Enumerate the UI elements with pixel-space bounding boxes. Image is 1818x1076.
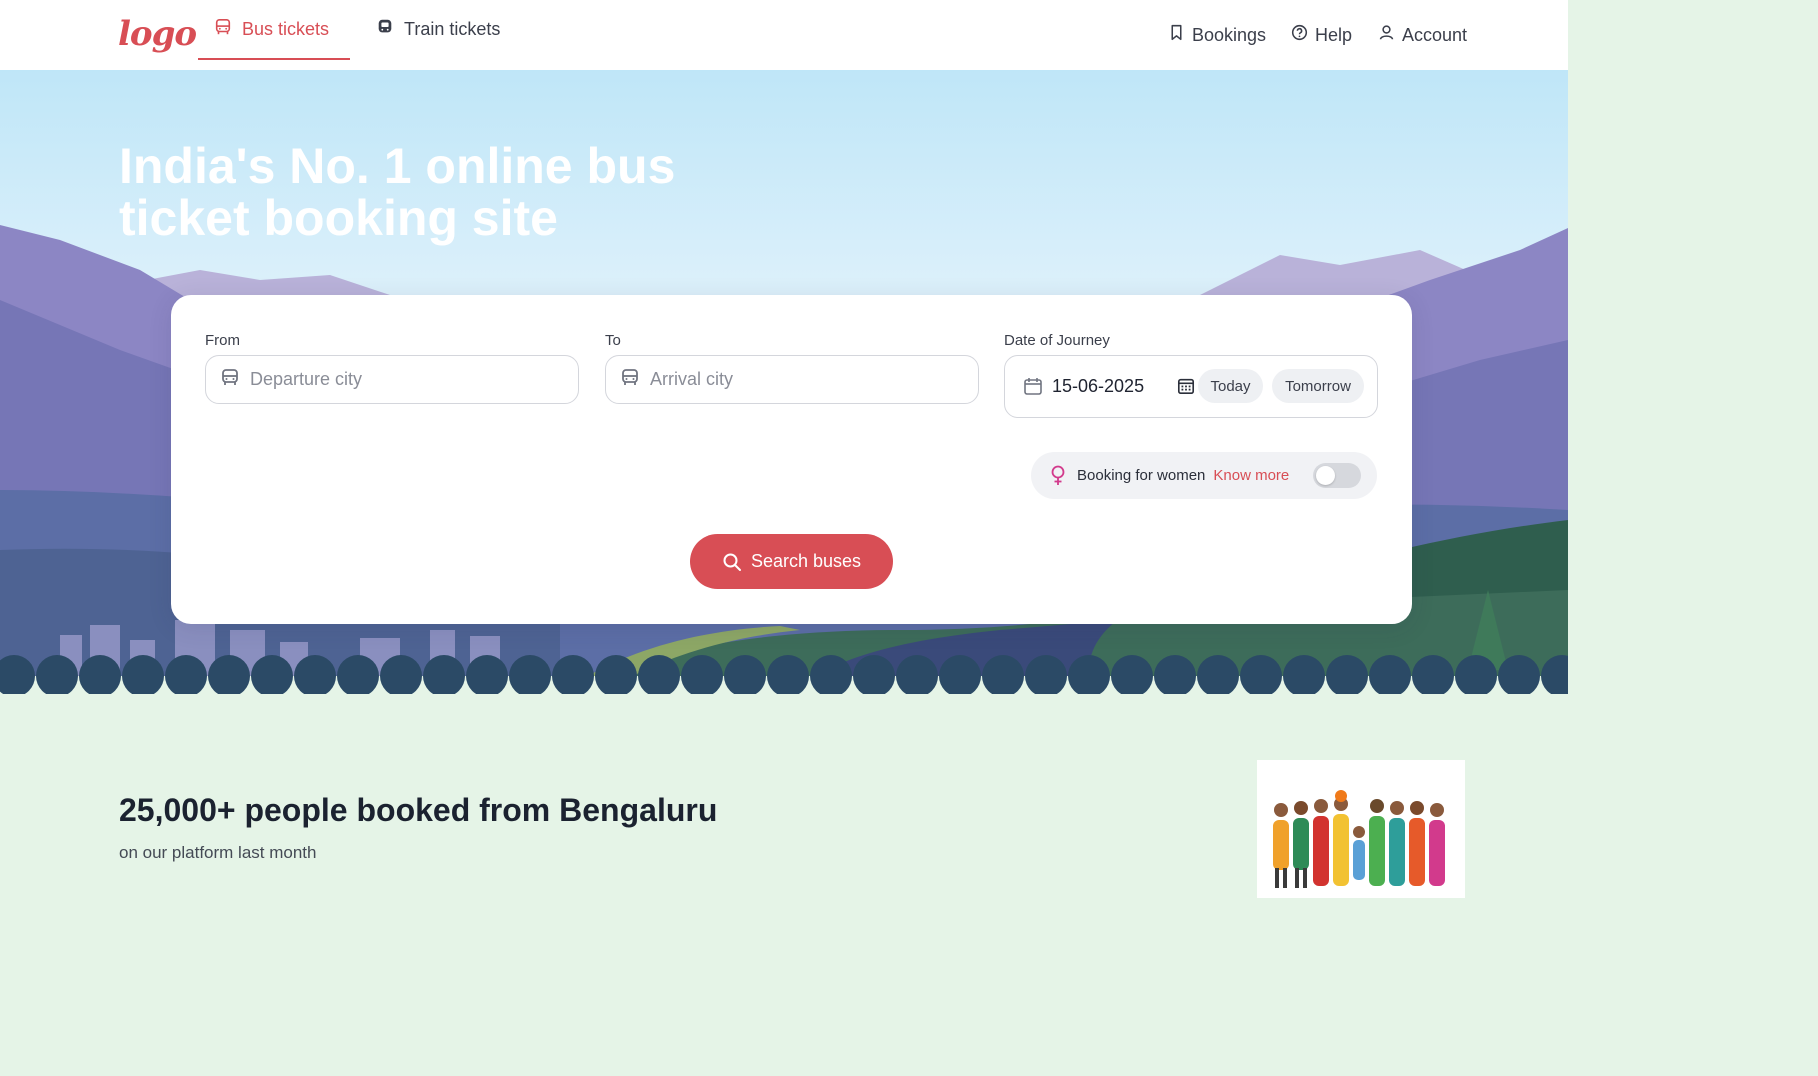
- date-of-journey-label: Date of Journey: [1004, 332, 1110, 349]
- booking-for-women-label: Booking for women: [1077, 467, 1206, 484]
- hero-headline: India's No. 1 online bus ticket booking …: [119, 138, 676, 246]
- nav-bookings[interactable]: Bookings: [1168, 0, 1266, 70]
- date-of-journey-field[interactable]: 15-06-2025 Today Tomorrow: [1004, 355, 1378, 418]
- to-field[interactable]: [605, 355, 979, 404]
- nav-help-label: Help: [1315, 24, 1353, 45]
- calendar-grid-icon[interactable]: [1177, 377, 1195, 400]
- nav-bookings-label: Bookings: [1192, 24, 1267, 45]
- search-buses-label: Search buses: [750, 551, 862, 571]
- nav-account[interactable]: Account: [1378, 0, 1467, 70]
- tomorrow-button[interactable]: Tomorrow: [1272, 369, 1364, 403]
- from-field[interactable]: [205, 355, 579, 404]
- bus-icon: [606, 367, 640, 392]
- female-icon: [1049, 465, 1067, 487]
- logo[interactable]: logo: [118, 14, 197, 54]
- stats-title: 25,000+ people booked from Bengaluru: [119, 792, 718, 828]
- from-label: From: [205, 332, 240, 349]
- bus-icon: [206, 367, 240, 392]
- nav-account-label: Account: [1402, 24, 1468, 45]
- today-button[interactable]: Today: [1198, 369, 1263, 403]
- journey-date-value[interactable]: 15-06-2025: [1052, 376, 1144, 397]
- help-circle-icon: [1291, 24, 1308, 46]
- search-icon: [722, 552, 742, 572]
- tab-bus-tickets[interactable]: Bus tickets: [198, 0, 350, 60]
- top-navigation-bar: logo Bus tickets Train tickets Bookings …: [0, 0, 1568, 70]
- people-illustration: [1257, 760, 1465, 898]
- tab-train-tickets[interactable]: Train tickets: [360, 0, 516, 58]
- search-buses-button[interactable]: Search buses: [690, 534, 893, 589]
- switch-knob: [1316, 466, 1335, 485]
- calendar-icon: [1023, 376, 1043, 401]
- bookmark-icon: [1168, 24, 1185, 46]
- to-label: To: [605, 332, 621, 349]
- know-more-link[interactable]: Know more: [1213, 467, 1289, 484]
- bus-icon: [214, 18, 232, 41]
- train-icon: [376, 18, 394, 41]
- user-icon: [1378, 24, 1395, 46]
- tab-bus-tickets-label: Bus tickets: [242, 18, 330, 39]
- departure-city-input[interactable]: [248, 368, 552, 391]
- booking-for-women-toggle-row: Booking for women Know more: [1031, 452, 1377, 499]
- nav-help[interactable]: Help: [1291, 0, 1352, 70]
- booking-for-women-switch[interactable]: [1313, 463, 1361, 488]
- tab-train-tickets-label: Train tickets: [404, 18, 501, 39]
- arrival-city-input[interactable]: [648, 368, 952, 391]
- search-card: From To Date of Journey 15-06-2025 Today…: [171, 295, 1412, 624]
- stats-subtitle: on our platform last month: [119, 843, 317, 862]
